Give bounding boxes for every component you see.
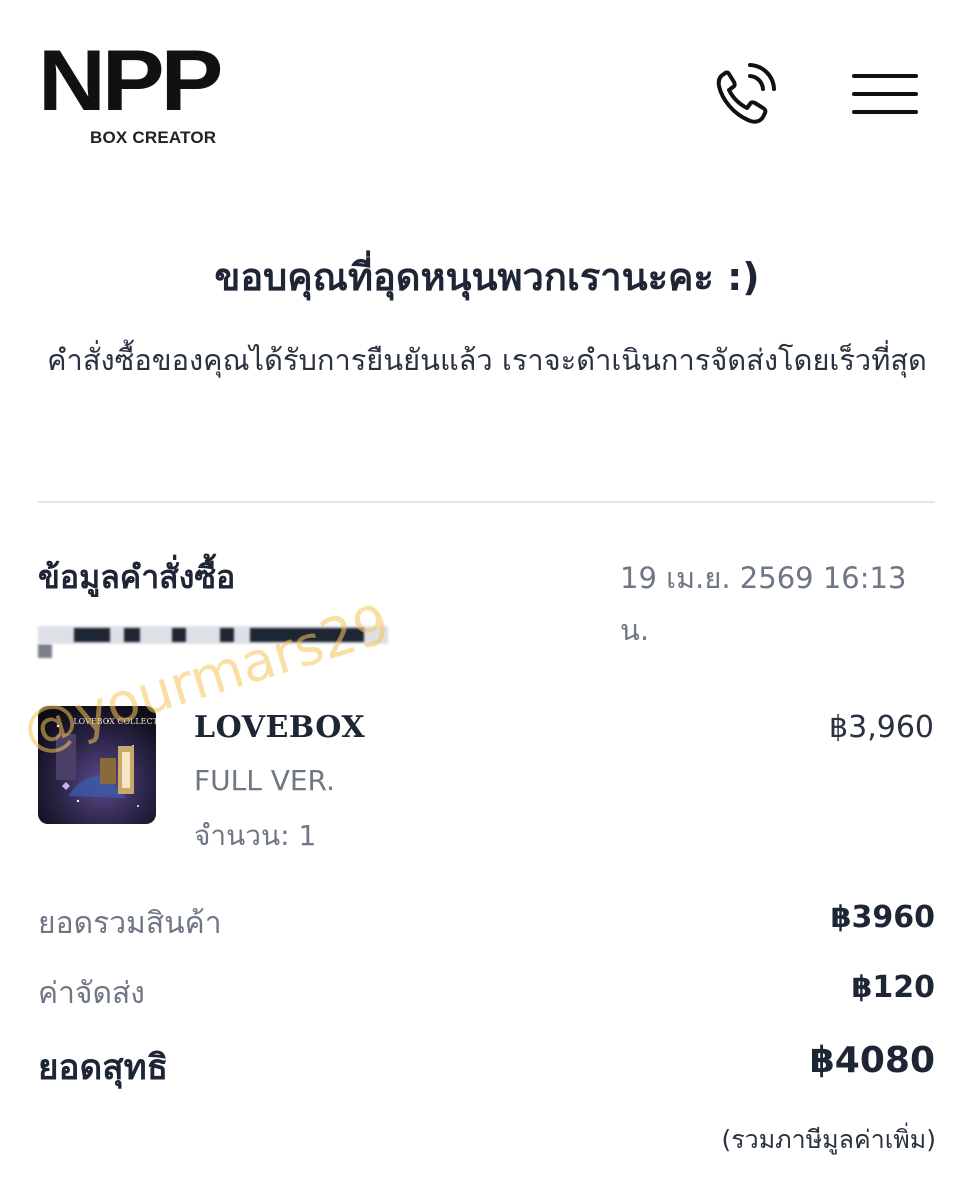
product-image[interactable]: LOVEBOX COLLECTION [38, 706, 156, 824]
total-label: ยอดสุทธิ [38, 1048, 169, 1088]
confirmation-message: คำสั่งซื้อของคุณได้รับการยืนยันแล้ว เราจ… [47, 343, 927, 377]
total-value: ฿4080 [809, 1040, 935, 1081]
product-price: ฿3,960 [829, 710, 934, 745]
order-date: 19 เม.ย. 2569 16:13 น. [620, 561, 907, 647]
npp-logo[interactable]: NPP BOX CREATOR [38, 32, 258, 148]
hamburger-icon-line [852, 110, 918, 114]
product-variant: FULL VER. [194, 764, 335, 797]
subtotal-row: ยอดรวมสินค้า ฿3960 [38, 900, 935, 950]
phone-icon [716, 63, 776, 124]
product-image-text: LOVEBOX COLLECTION [73, 717, 156, 726]
logo-subtitle: BOX CREATOR [90, 128, 217, 147]
product-name[interactable]: LOVEBOX [194, 710, 365, 745]
menu-button[interactable] [852, 74, 918, 120]
order-number-redacted [38, 622, 388, 658]
logo-mark: NPP [38, 32, 223, 129]
hamburger-icon-line [852, 92, 918, 96]
thank-you-title: ขอบคุณที่อุดหนุนพวกเรานะคะ :) [214, 255, 760, 299]
section-divider [38, 501, 935, 503]
shipping-label: ค่าจัดส่ง [38, 976, 145, 1011]
order-info-heading: ข้อมูลคำสั่งซื้อ [38, 558, 236, 596]
subtotal-label: ยอดรวมสินค้า [38, 906, 222, 941]
vat-note: (รวมภาษีมูลค่าเพิ่ม) [721, 1125, 936, 1154]
shipping-row: ค่าจัดส่ง ฿120 [38, 970, 935, 1020]
total-row: ยอดสุทธิ ฿4080 [38, 1040, 935, 1090]
hamburger-icon-line [852, 74, 918, 78]
phone-button[interactable] [710, 62, 782, 130]
product-quantity: จำนวน: 1 [194, 819, 317, 852]
subtotal-value: ฿3960 [830, 900, 935, 935]
shipping-value: ฿120 [851, 970, 936, 1005]
header: NPP BOX CREATOR [0, 0, 974, 170]
product-thumbnail: LOVEBOX COLLECTION [38, 706, 156, 824]
